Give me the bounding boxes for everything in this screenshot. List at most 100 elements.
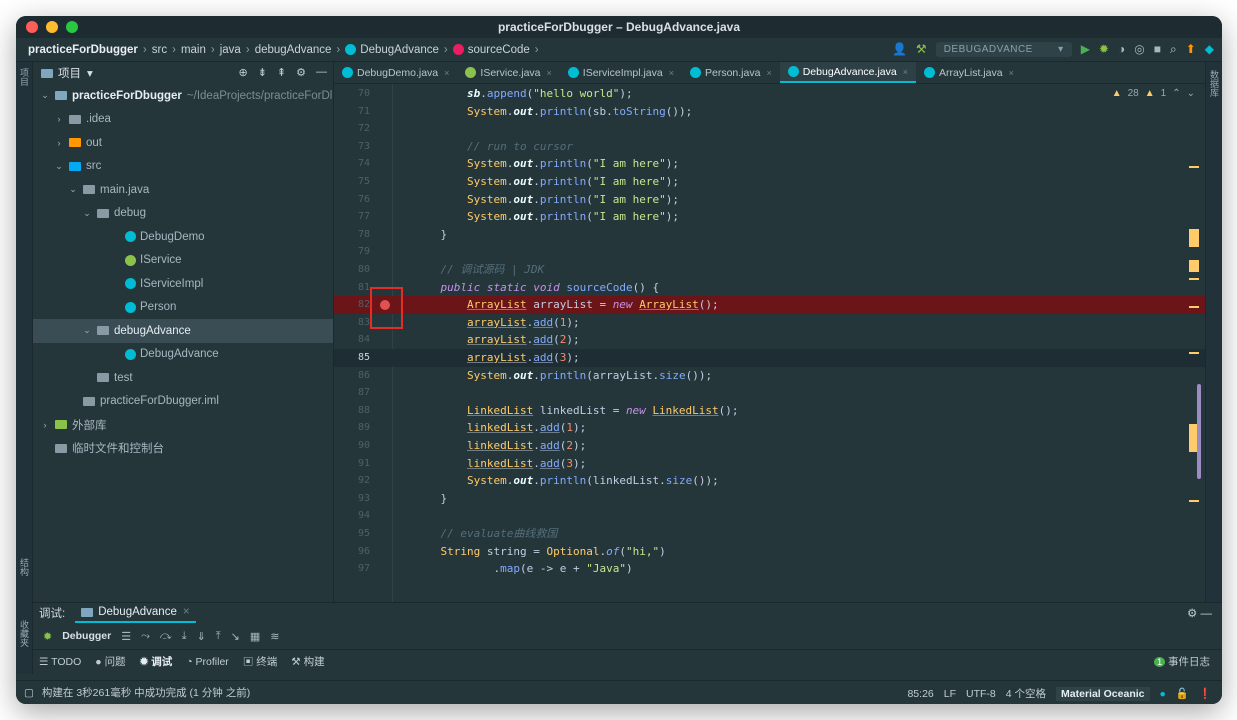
search-icon[interactable]: ⌕ bbox=[1170, 41, 1177, 57]
tool-problems[interactable]: ● 问题 bbox=[95, 654, 125, 669]
breadcrumb-class[interactable]: DebugAdvance bbox=[360, 44, 439, 56]
tree-item[interactable]: ⌄ practiceForDbugger ~/IdeaProjects/practi… bbox=[33, 84, 333, 108]
editor-tab[interactable]: IServiceImpl.java × bbox=[560, 62, 682, 83]
line-number[interactable]: 83 bbox=[334, 314, 370, 332]
line-number[interactable]: 92 bbox=[334, 472, 370, 490]
line-number[interactable]: 76 bbox=[334, 191, 370, 209]
tree-item[interactable]: ⌄ src bbox=[33, 155, 333, 179]
locate-icon[interactable]: ⊕ bbox=[238, 66, 247, 79]
code-line[interactable]: 89 linkedList.add(1); bbox=[334, 419, 1205, 437]
close-tab-icon[interactable]: × bbox=[766, 68, 771, 78]
tree-item[interactable]: › 外部库 bbox=[33, 413, 333, 437]
favorites-tool-label[interactable]: 收藏夹 bbox=[18, 620, 31, 647]
zoom-window-button[interactable] bbox=[66, 21, 78, 33]
tool-build[interactable]: ⚒ 构建 bbox=[291, 654, 324, 669]
code-line[interactable]: 87 bbox=[334, 384, 1205, 402]
next-highlight-icon[interactable]: ⌄ bbox=[1187, 88, 1195, 99]
line-number[interactable]: 77 bbox=[334, 208, 370, 226]
code-line[interactable]: 75 System.out.println("I am here"); bbox=[334, 173, 1205, 191]
indent-setting[interactable]: 4 个空格 bbox=[1006, 686, 1046, 701]
caret-position[interactable]: 85:26 bbox=[907, 688, 933, 700]
code-line[interactable]: 78 } bbox=[334, 226, 1205, 244]
line-separator[interactable]: LF bbox=[944, 688, 956, 700]
code-line[interactable]: 92 System.out.println(linkedList.size())… bbox=[334, 472, 1205, 490]
notification-icon[interactable]: ❗ bbox=[1199, 687, 1212, 700]
tree-item[interactable]: Person bbox=[33, 296, 333, 320]
close-tab-icon[interactable]: × bbox=[547, 68, 552, 78]
tree-item[interactable]: › .idea bbox=[33, 108, 333, 132]
line-number[interactable]: 88 bbox=[334, 402, 370, 420]
code-line[interactable]: 76 System.out.println("I am here"); bbox=[334, 191, 1205, 209]
tool-profiler[interactable]: ◔ Profiler bbox=[186, 656, 229, 668]
breadcrumb-java[interactable]: java bbox=[220, 44, 241, 56]
chevron-down-icon[interactable]: ⌄ bbox=[81, 325, 93, 336]
line-number[interactable]: 73 bbox=[334, 138, 370, 156]
inspection-widget[interactable]: ▲ 28 ▲ 1 ⌃ ⌄ bbox=[1112, 88, 1195, 99]
tree-item[interactable]: IServiceImpl bbox=[33, 272, 333, 296]
close-icon[interactable]: × bbox=[183, 606, 190, 618]
tree-item[interactable]: DebugDemo bbox=[33, 225, 333, 249]
project-panel-header[interactable]: 项目 ▾ ⊕ ⇟ ⇞ ⚙ — bbox=[33, 62, 333, 84]
code-line[interactable]: 70 sb.append("hello world"); bbox=[334, 85, 1205, 103]
coverage-icon[interactable]: ◑ bbox=[1118, 41, 1125, 57]
lock-icon[interactable]: 🔓 bbox=[1176, 687, 1189, 700]
breadcrumb-method[interactable]: sourceCode bbox=[468, 44, 530, 56]
tree-item[interactable]: DebugAdvance bbox=[33, 343, 333, 367]
editor-tab[interactable]: DebugDemo.java × bbox=[334, 62, 457, 83]
chevron-right-icon[interactable]: › bbox=[39, 420, 51, 430]
step-out-icon[interactable]: ⤒ bbox=[216, 630, 221, 643]
code-line[interactable]: 96 String string = Optional.of("hi,") bbox=[334, 543, 1205, 561]
line-number[interactable]: 72 bbox=[334, 120, 370, 138]
tree-item[interactable]: › out bbox=[33, 131, 333, 155]
editor-scrollbar[interactable] bbox=[1197, 384, 1201, 479]
tree-item[interactable]: test bbox=[33, 366, 333, 390]
close-window-button[interactable] bbox=[26, 21, 38, 33]
line-number[interactable]: 79 bbox=[334, 243, 370, 261]
debugger-tab[interactable]: Debugger bbox=[62, 630, 111, 642]
run-icon[interactable]: ▶ bbox=[1081, 41, 1090, 57]
debug-bug-icon[interactable]: ✹ bbox=[1099, 41, 1109, 57]
breadcrumb-project[interactable]: practiceForDbugger bbox=[28, 44, 138, 56]
line-number[interactable]: 96 bbox=[334, 543, 370, 561]
profile-icon[interactable]: ◎ bbox=[1134, 41, 1144, 57]
line-number[interactable]: 75 bbox=[334, 173, 370, 191]
event-log[interactable]: 1 事件日志 bbox=[1154, 654, 1210, 669]
code-line[interactable]: 74 System.out.println("I am here"); bbox=[334, 155, 1205, 173]
code-line[interactable]: 77 System.out.println("I am here"); bbox=[334, 208, 1205, 226]
tree-item[interactable]: ⌄ debug bbox=[33, 202, 333, 226]
debug-settings-icon[interactable]: ⚙ — bbox=[1187, 606, 1212, 620]
minimize-window-button[interactable] bbox=[46, 21, 58, 33]
code-line[interactable]: 93 } bbox=[334, 490, 1205, 508]
line-number[interactable]: 84 bbox=[334, 331, 370, 349]
structure-tool-label[interactable]: 结构 bbox=[18, 558, 31, 576]
line-number[interactable]: 95 bbox=[334, 525, 370, 543]
tool-terminal[interactable]: ▣ 终端 bbox=[243, 654, 277, 669]
tool-todo[interactable]: ☰ TODO bbox=[39, 656, 81, 668]
breadcrumb-src[interactable]: src bbox=[152, 44, 167, 56]
current-line[interactable]: 85 arrayList.add(3); bbox=[334, 349, 1205, 367]
code-line[interactable]: 83 arrayList.add(1); bbox=[334, 314, 1205, 332]
line-number[interactable]: 89 bbox=[334, 419, 370, 437]
line-number[interactable]: 81 bbox=[334, 279, 370, 297]
line-number[interactable]: 86 bbox=[334, 367, 370, 385]
code-line[interactable]: 97 .map(e -> e + "Java") bbox=[334, 560, 1205, 578]
code-line[interactable]: 79 bbox=[334, 243, 1205, 261]
chevron-down-icon[interactable]: ⌄ bbox=[81, 208, 93, 219]
tool-debug[interactable]: ✹ 调试 bbox=[140, 654, 173, 669]
update-icon[interactable]: ⬆ bbox=[1186, 41, 1196, 57]
run-to-cursor-icon[interactable]: ↘ bbox=[231, 630, 240, 643]
user-icon[interactable]: 👤 bbox=[892, 41, 907, 57]
hide-icon[interactable]: — bbox=[316, 66, 327, 79]
chevron-down-icon[interactable]: ⌄ bbox=[39, 90, 51, 101]
line-number[interactable]: 93 bbox=[334, 490, 370, 508]
code-editor[interactable]: 70 sb.append("hello world"); 71 System.ou… bbox=[334, 84, 1205, 602]
debug-session-tab[interactable]: DebugAdvance × bbox=[75, 603, 196, 623]
tree-item[interactable]: ⌄ debugAdvance bbox=[33, 319, 333, 343]
previous-highlight-icon[interactable]: ⌃ bbox=[1172, 88, 1180, 99]
close-tab-icon[interactable]: × bbox=[669, 68, 674, 78]
code-line[interactable]: 91 linkedList.add(3); bbox=[334, 455, 1205, 473]
breadcrumb-main[interactable]: main bbox=[181, 44, 206, 56]
code-line[interactable]: 84 arrayList.add(2); bbox=[334, 331, 1205, 349]
evaluate-icon[interactable]: ▦ bbox=[250, 630, 260, 643]
toggle-tool-windows-icon[interactable]: ▢ bbox=[24, 687, 34, 699]
